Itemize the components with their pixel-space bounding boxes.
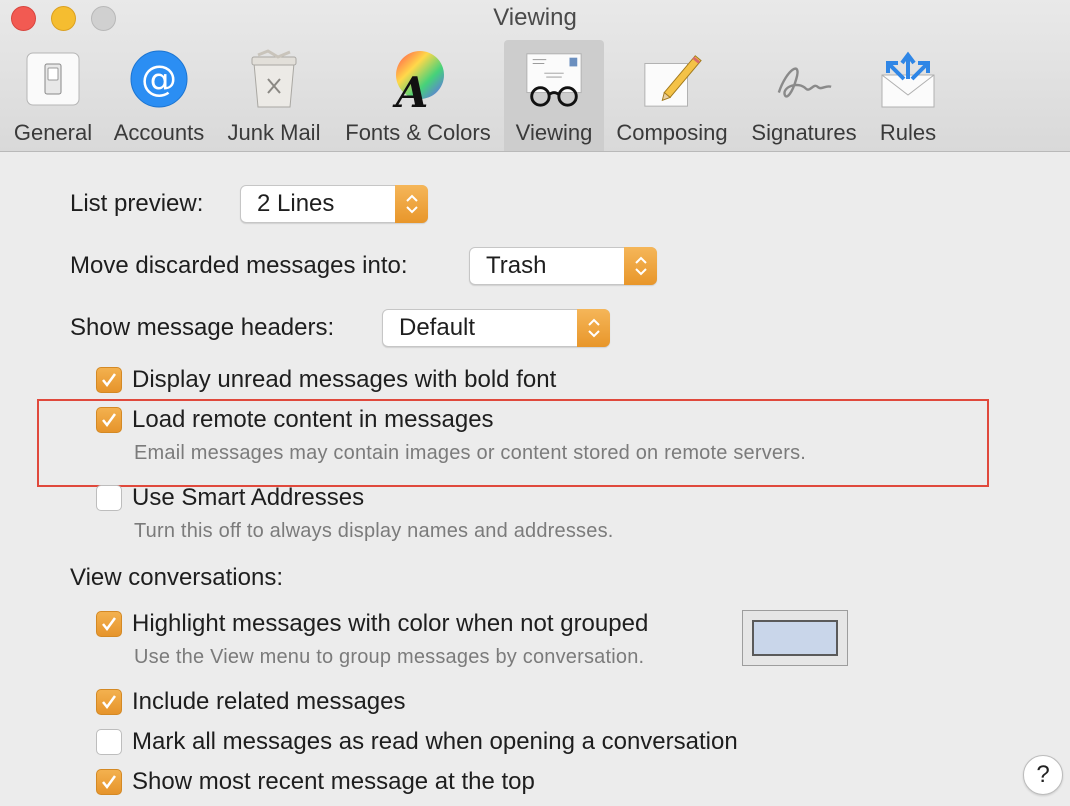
tab-label: Rules (879, 120, 937, 145)
checkmark-icon (102, 373, 117, 388)
related-messages-checkbox[interactable] (96, 689, 122, 715)
tab-label: Junk Mail (227, 120, 321, 145)
smart-addresses-help: Turn this off to always display names an… (134, 520, 614, 542)
tab-label: Composing (616, 120, 728, 145)
tab-composing[interactable]: Composing (610, 40, 734, 151)
smart-addresses-label: Use Smart Addresses (132, 484, 365, 511)
highlight-color-help: Use the View menu to group messages by c… (134, 646, 645, 668)
mark-read-checkbox[interactable] (96, 729, 122, 755)
glasses-letter-icon (523, 48, 585, 110)
rules-envelope-icon (877, 48, 939, 110)
move-discarded-label: Move discarded messages into: (70, 252, 408, 279)
window-title: Viewing (493, 4, 577, 31)
tab-label: Signatures (751, 120, 857, 145)
at-icon: @ (128, 48, 190, 110)
bold-unread-label: Display unread messages with bold font (132, 366, 557, 393)
tab-label: General (13, 120, 93, 145)
list-preview-popup[interactable]: 2 Lines (240, 185, 428, 223)
remote-content-checkbox[interactable] (96, 407, 122, 433)
signature-icon (773, 48, 835, 110)
tab-label: Fonts & Colors (345, 120, 491, 145)
move-discarded-popup[interactable]: Trash (469, 247, 657, 285)
help-button[interactable]: ? (1023, 755, 1063, 795)
tab-accounts[interactable]: @ Accounts (106, 40, 212, 151)
toolbar: Viewing General @ Accounts Junk Mail A F… (0, 0, 1070, 152)
tab-general[interactable]: General (4, 40, 102, 151)
message-headers-value: Default (399, 314, 476, 341)
font-color-wheel-icon: A (387, 48, 449, 110)
tab-label: Viewing (515, 120, 593, 145)
message-headers-popup[interactable]: Default (382, 309, 610, 347)
pencil-paper-icon (641, 48, 703, 110)
tab-fonts-colors[interactable]: A Fonts & Colors (338, 40, 498, 151)
tab-junk-mail[interactable]: Junk Mail (220, 40, 328, 151)
tab-rules[interactable]: Rules (872, 40, 944, 151)
highlight-color-label: Highlight messages with color when not g… (132, 610, 649, 637)
view-conversations-label: View conversations: (70, 564, 283, 591)
recent-top-checkbox[interactable] (96, 769, 122, 795)
highlight-color-checkbox[interactable] (96, 611, 122, 637)
mark-read-label: Mark all messages as read when opening a… (132, 728, 738, 755)
checkmark-icon (102, 413, 117, 428)
move-discarded-value: Trash (486, 252, 547, 279)
tab-signatures[interactable]: Signatures (744, 40, 864, 151)
list-preview-value: 2 Lines (257, 190, 335, 217)
checkmark-icon (102, 775, 117, 790)
remote-content-label: Load remote content in messages (132, 406, 494, 433)
chevron-updown-icon (395, 185, 428, 223)
related-messages-label: Include related messages (132, 688, 406, 715)
tab-viewing[interactable]: Viewing (504, 40, 604, 151)
color-swatch (752, 620, 838, 656)
chevron-updown-icon (624, 247, 657, 285)
highlight-color-well[interactable] (742, 610, 848, 666)
checkmark-icon (102, 695, 117, 710)
trash-bin-icon (243, 48, 305, 110)
message-headers-label: Show message headers: (70, 314, 335, 341)
svg-text:@: @ (141, 59, 177, 100)
chevron-updown-icon (577, 309, 610, 347)
switch-icon (22, 48, 84, 110)
bold-unread-checkbox[interactable] (96, 367, 122, 393)
checkmark-icon (102, 617, 117, 632)
svg-text:A: A (392, 68, 429, 109)
smart-addresses-checkbox[interactable] (96, 485, 122, 511)
list-preview-label: List preview: (70, 190, 204, 217)
tab-label: Accounts (113, 120, 205, 145)
remote-content-help: Email messages may contain images or con… (134, 442, 807, 464)
recent-top-label: Show most recent message at the top (132, 768, 535, 795)
